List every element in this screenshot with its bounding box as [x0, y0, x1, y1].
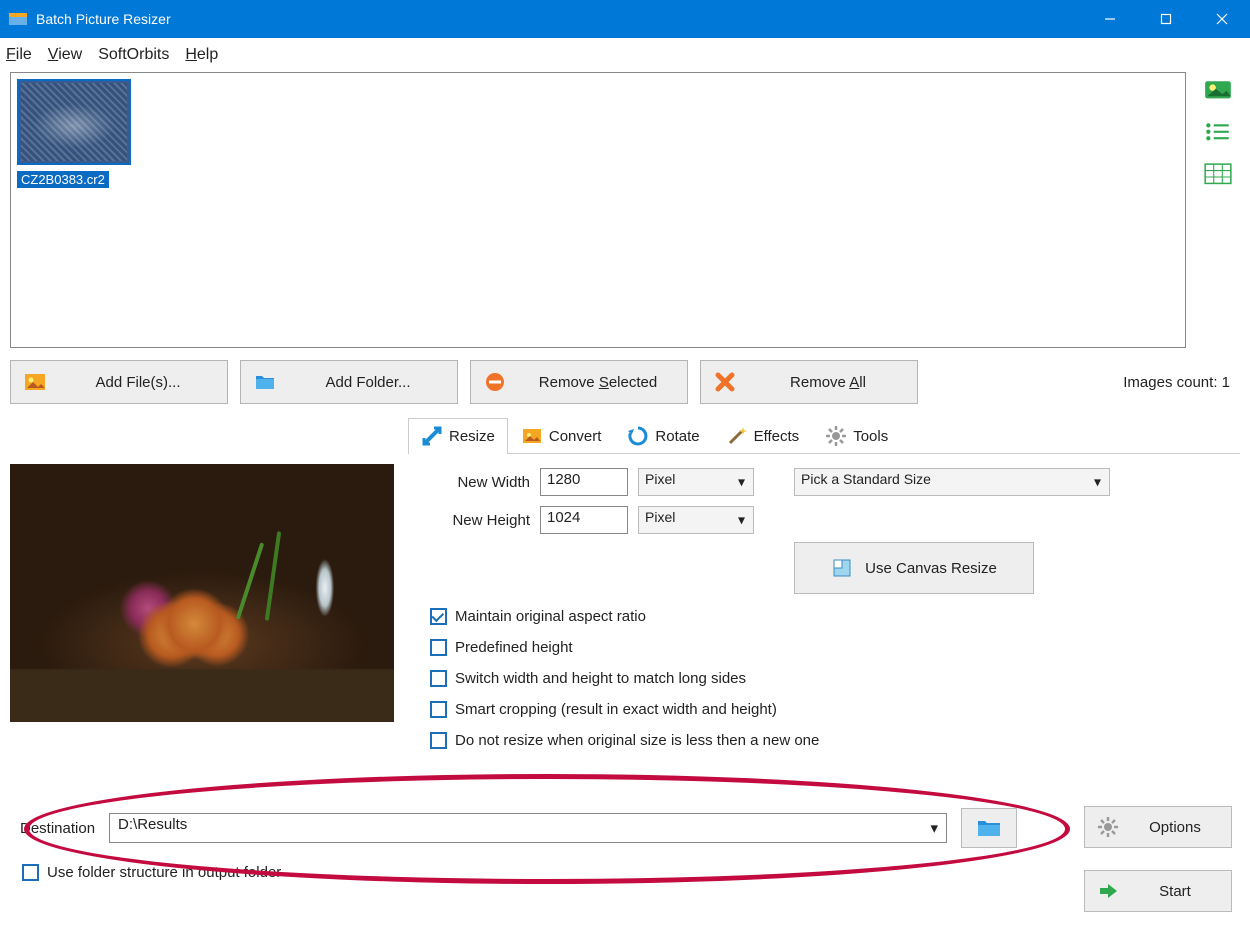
menu-help[interactable]: Help	[185, 46, 218, 64]
actions-row: Add File(s)... Add Folder... Remove Sele…	[10, 360, 1240, 404]
checkbox-icon	[430, 670, 447, 687]
no-resize-smaller-checkbox[interactable]: Do not resize when original size is less…	[430, 732, 1230, 749]
view-mode-toolbar	[1196, 72, 1240, 348]
thumbnail-filename: CZ2B0383.cr2	[17, 171, 109, 188]
add-files-button[interactable]: Add File(s)...	[10, 360, 228, 404]
preview-image	[10, 464, 394, 722]
destination-label: Destination	[20, 820, 95, 837]
checkbox-icon	[22, 864, 39, 881]
remove-selected-label: Remove Selected	[521, 374, 675, 391]
remove-all-button[interactable]: Remove All	[700, 360, 918, 404]
canvas-label: Use Canvas Resize	[865, 560, 997, 577]
thumbnail-item[interactable]: CZ2B0383.cr2	[17, 79, 135, 188]
checkbox-icon	[430, 732, 447, 749]
chevron-down-icon: ▾	[738, 474, 745, 491]
options-label: Options	[1131, 819, 1219, 836]
remove-all-label: Remove All	[751, 374, 905, 391]
add-folder-button[interactable]: Add Folder...	[240, 360, 458, 404]
width-unit-select[interactable]: Pixel▾	[638, 468, 754, 496]
checkbox-icon	[430, 608, 447, 625]
options-button[interactable]: Options	[1084, 806, 1232, 848]
predefined-height-checkbox[interactable]: Predefined height	[430, 639, 1230, 656]
app-icon	[8, 9, 28, 29]
height-unit-select[interactable]: Pixel▾	[638, 506, 754, 534]
tools-icon	[825, 425, 847, 447]
remove-selected-button[interactable]: Remove Selected	[470, 360, 688, 404]
destination-input[interactable]: D:\Results ▾	[109, 813, 947, 843]
menu-file[interactable]: File	[6, 46, 32, 64]
rotate-icon	[627, 425, 649, 447]
maintain-aspect-checkbox[interactable]: Maintain original aspect ratio	[430, 608, 1230, 625]
gear-icon	[1097, 816, 1119, 838]
add-folder-label: Add Folder...	[291, 374, 445, 391]
minimize-button[interactable]	[1082, 0, 1138, 38]
new-width-input[interactable]: 1280	[540, 468, 628, 496]
tab-rotate-label: Rotate	[655, 428, 699, 445]
switch-wh-checkbox[interactable]: Switch width and height to match long si…	[430, 670, 1230, 687]
checkbox-icon	[430, 639, 447, 656]
image-icon	[23, 370, 47, 394]
start-button[interactable]: Start	[1084, 870, 1232, 912]
new-height-label: New Height	[418, 512, 530, 529]
chevron-down-icon: ▾	[931, 819, 939, 837]
new-height-input[interactable]: 1024	[540, 506, 628, 534]
convert-icon	[521, 425, 543, 447]
tab-convert-label: Convert	[549, 428, 602, 445]
tab-effects-label: Effects	[754, 428, 800, 445]
tab-tools-label: Tools	[853, 428, 888, 445]
use-folder-label: Use folder structure in output folder	[47, 864, 281, 881]
images-count: Images count: 1	[1123, 374, 1240, 391]
tab-tools[interactable]: Tools	[812, 418, 901, 453]
predefined-height-label: Predefined height	[455, 639, 573, 656]
tab-rotate[interactable]: Rotate	[614, 418, 712, 453]
canvas-icon	[831, 557, 853, 579]
folder-icon	[253, 370, 277, 394]
use-folder-structure-checkbox[interactable]: Use folder structure in output folder	[22, 864, 281, 881]
preview-panel	[10, 418, 394, 736]
effects-icon	[726, 425, 748, 447]
view-thumbnails-icon[interactable]	[1203, 78, 1233, 102]
use-canvas-resize-button[interactable]: Use Canvas Resize	[794, 542, 1034, 594]
view-list-icon[interactable]	[1203, 120, 1233, 144]
delete-icon	[713, 370, 737, 394]
menu-view[interactable]: View	[48, 46, 82, 64]
tab-resize[interactable]: Resize	[408, 418, 508, 453]
browse-folder-button[interactable]	[961, 808, 1017, 848]
no-resize-smaller-label: Do not resize when original size is less…	[455, 732, 819, 749]
smart-crop-checkbox[interactable]: Smart cropping (result in exact width an…	[430, 701, 1230, 718]
titlebar: Batch Picture Resizer	[0, 0, 1250, 38]
resize-icon	[421, 425, 443, 447]
chevron-down-icon: ▾	[738, 512, 745, 529]
checkbox-icon	[430, 701, 447, 718]
maintain-aspect-label: Maintain original aspect ratio	[455, 608, 646, 625]
thumbnail-list[interactable]: CZ2B0383.cr2	[10, 72, 1186, 348]
tabs: Resize Convert Rotate Effects Tools	[408, 418, 1240, 454]
remove-icon	[483, 370, 507, 394]
destination-row: Destination D:\Results ▾	[20, 808, 1017, 848]
tab-resize-label: Resize	[449, 428, 495, 445]
close-button[interactable]	[1194, 0, 1250, 38]
thumbnail-image	[17, 79, 131, 165]
chevron-down-icon: ▾	[1094, 474, 1101, 491]
standard-size-select[interactable]: Pick a Standard Size▾	[794, 468, 1110, 496]
tab-convert[interactable]: Convert	[508, 418, 615, 453]
tab-effects[interactable]: Effects	[713, 418, 813, 453]
view-details-icon[interactable]	[1203, 162, 1233, 186]
menubar: File View SoftOrbits Help	[0, 38, 1250, 72]
new-width-label: New Width	[418, 474, 530, 491]
resize-form: New Width 1280 Pixel▾ New Height 1024 Pi…	[408, 454, 1240, 771]
app-title: Batch Picture Resizer	[36, 11, 1082, 27]
smart-crop-label: Smart cropping (result in exact width an…	[455, 701, 777, 718]
menu-softorbits[interactable]: SoftOrbits	[98, 46, 169, 64]
start-label: Start	[1131, 883, 1219, 900]
add-files-label: Add File(s)...	[61, 374, 215, 391]
play-icon	[1097, 880, 1119, 902]
switch-wh-label: Switch width and height to match long si…	[455, 670, 746, 687]
maximize-button[interactable]	[1138, 0, 1194, 38]
